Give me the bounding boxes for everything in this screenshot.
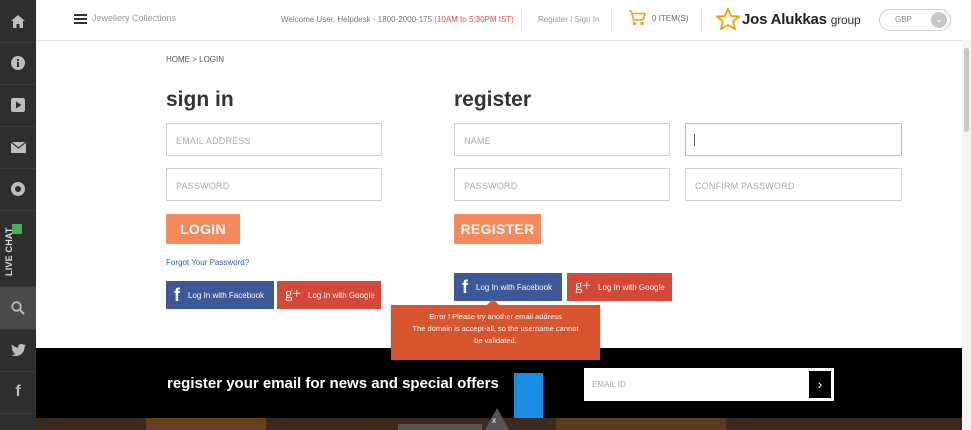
- top-bar: Jewellery Collections Welcome User, Help…: [36, 0, 971, 41]
- page-scrollbar-thumb[interactable]: [964, 48, 969, 132]
- mail-icon[interactable]: [0, 126, 36, 169]
- header-divider: [611, 8, 612, 32]
- login-button[interactable]: LOGIN: [166, 214, 240, 244]
- welcome-helpdesk-text: Welcome User, Helpdesk - 1800-2000-175 (…: [281, 15, 514, 24]
- drawer-handle: [398, 424, 482, 430]
- forgot-password-link[interactable]: Forgot Your Password?: [166, 258, 249, 267]
- footer-banner-glow: [146, 418, 266, 430]
- brand-suffix: group: [830, 13, 861, 27]
- side-rail: LIVE CHAT f: [0, 0, 36, 430]
- cart-count[interactable]: 0 ITEM(S): [652, 14, 688, 23]
- email-error-tooltip: Error ! Please try another email address…: [391, 299, 600, 360]
- signin-facebook-label: Log In with Facebook: [188, 291, 265, 300]
- jewellery-collections-link[interactable]: Jewellery Collections: [92, 13, 176, 23]
- signin-email-input[interactable]: EMAIL ADDRESS: [166, 123, 382, 156]
- register-link[interactable]: Register: [538, 15, 568, 24]
- chat-icon[interactable]: [0, 168, 36, 211]
- footer-banner-glow: [556, 418, 726, 430]
- hamburger-menu-icon[interactable]: [74, 14, 87, 24]
- sign-in-link[interactable]: Sign In: [575, 15, 600, 24]
- signin-google-button[interactable]: g+ Log In with Google: [277, 281, 381, 309]
- register-password-placeholder: PASSWORD: [464, 181, 518, 191]
- register-name-input[interactable]: NAME: [454, 123, 670, 156]
- newsletter-heading: register your email for news and special…: [167, 375, 499, 392]
- currency-value: GBP: [895, 15, 912, 24]
- register-facebook-button[interactable]: f Log In with Facebook: [454, 273, 562, 301]
- error-line-3: be validated.: [474, 336, 517, 345]
- jos-alukkas-star-logo-icon[interactable]: [714, 6, 742, 35]
- signin-password-input[interactable]: PASSWORD: [166, 168, 382, 201]
- register-confirm-placeholder: CONFIRM PASSWORD: [695, 181, 795, 191]
- breadcrumb[interactable]: HOME > LOGIN: [166, 55, 224, 64]
- register-password-input[interactable]: PASSWORD: [454, 168, 670, 201]
- helpdesk-hours: (10AM to 5:30PM IST): [434, 15, 514, 24]
- brand-name: Jos Alukkas: [742, 11, 827, 28]
- search-icon[interactable]: [0, 287, 36, 330]
- register-title: register: [454, 88, 532, 111]
- signin-google-label: Log In with Google: [308, 291, 375, 300]
- facebook-icon: f: [462, 277, 468, 297]
- signin-email-placeholder: EMAIL ADDRESS: [176, 136, 251, 146]
- facebook-icon: f: [174, 285, 180, 305]
- signin-facebook-button[interactable]: f Log In with Facebook: [166, 281, 274, 309]
- facebook-icon[interactable]: f: [0, 371, 36, 414]
- text-cursor: [694, 134, 695, 146]
- brand-logo[interactable]: Jos Alukkas group: [742, 11, 861, 28]
- register-confirm-password-input[interactable]: CONFIRM PASSWORD: [685, 168, 902, 201]
- live-chat-label: LIVE CHAT: [4, 227, 14, 276]
- register-google-label: Log In with Google: [598, 283, 665, 292]
- register-facebook-label: Log In with Facebook: [476, 283, 553, 292]
- newsletter-email-placeholder: EMAIL ID: [592, 380, 626, 389]
- home-icon[interactable]: [0, 0, 36, 43]
- chevron-down-icon[interactable]: ⌄: [931, 12, 947, 28]
- register-google-button[interactable]: g+ Log In with Google: [567, 273, 672, 301]
- cart-icon[interactable]: [628, 10, 647, 31]
- register-name-placeholder: NAME: [464, 136, 491, 146]
- account-links: Register I Sign In: [538, 15, 599, 24]
- live-chat-tab[interactable]: LIVE CHAT: [0, 212, 36, 287]
- link-separator: I: [570, 15, 573, 24]
- play-icon[interactable]: [0, 84, 36, 127]
- newsletter-email-input[interactable]: EMAIL ID ›: [584, 368, 834, 401]
- header-divider: [701, 8, 702, 32]
- google-plus-icon: g+: [575, 278, 591, 294]
- signin-password-placeholder: PASSWORD: [176, 181, 230, 191]
- currency-selector[interactable]: GBP ⌄: [879, 9, 951, 31]
- register-button[interactable]: REGISTER: [454, 214, 541, 244]
- newsletter-submit-button[interactable]: ›: [809, 371, 831, 398]
- header-divider: [521, 8, 522, 32]
- close-icon[interactable]: x: [492, 416, 496, 425]
- register-email-input[interactable]: [685, 123, 902, 156]
- error-line-1: Error ! Please try another email address: [429, 312, 562, 321]
- error-line-2: The domain is accept-all, so the usernam…: [412, 324, 579, 333]
- twitter-icon[interactable]: [0, 329, 36, 372]
- drawer-close-tab[interactable]: [485, 408, 509, 430]
- info-icon[interactable]: [0, 42, 36, 85]
- sign-in-title: sign in: [166, 88, 234, 111]
- google-plus-icon: g+: [285, 286, 301, 302]
- welcome-text: Welcome User, Helpdesk - 1800-2000-175: [281, 15, 435, 24]
